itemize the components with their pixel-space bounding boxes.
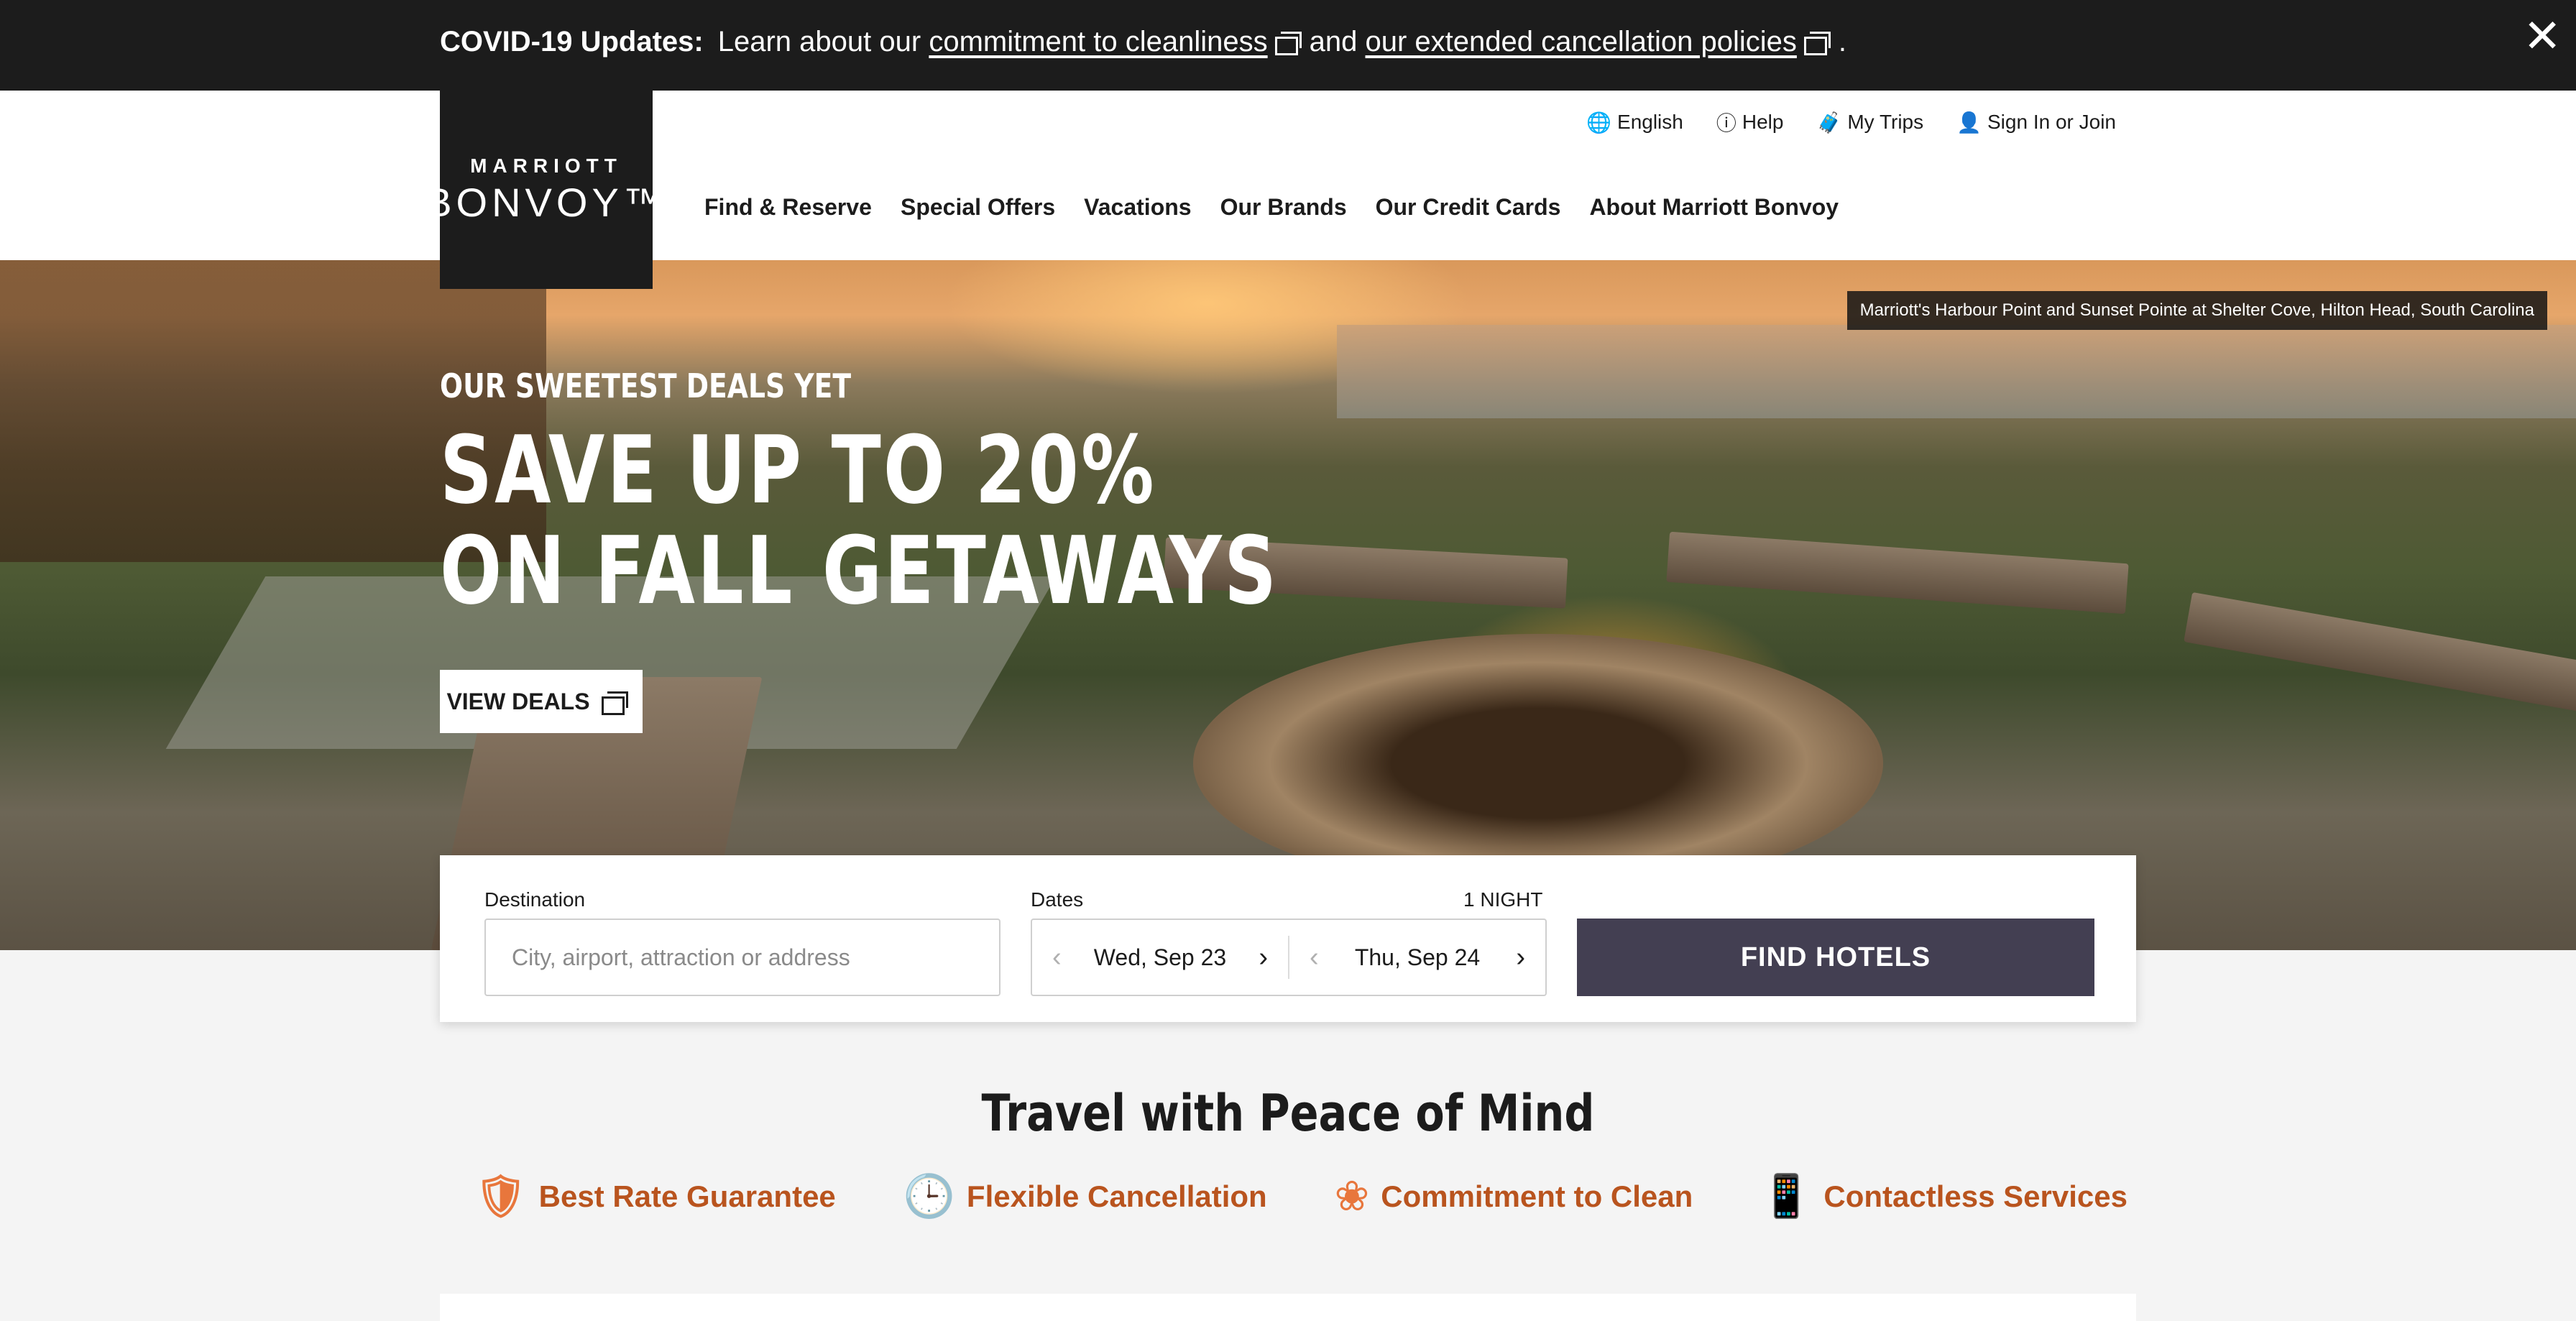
user-icon: 👤 xyxy=(1956,111,1982,134)
hero-bench xyxy=(1666,531,2129,615)
language-label: English xyxy=(1617,111,1683,133)
suitcase-icon: 🧳 xyxy=(1816,111,1842,134)
feature-flexible-cancellation[interactable]: 🕒 Flexible Cancellation xyxy=(903,1176,1267,1218)
hero-caption: Marriott's Harbour Point and Sunset Poin… xyxy=(1846,291,2547,330)
my-trips-label: My Trips xyxy=(1847,111,1924,133)
clock-icon: 🕒 xyxy=(903,1173,955,1220)
covid-banner-text-2: and xyxy=(1309,25,1358,57)
hero-title: SAVE UP TO 20% ON FALL GETAWAYS xyxy=(440,420,1279,621)
destination-input[interactable] xyxy=(484,919,1000,996)
shield-tag-icon: 🛡 xyxy=(474,1173,528,1220)
peace-of-mind-features: 🛡 Best Rate Guarantee 🕒 Flexible Cancell… xyxy=(474,1176,2128,1218)
hero-title-line-1: SAVE UP TO 20% xyxy=(440,415,1156,525)
close-banner-button[interactable]: ✕ xyxy=(2523,10,2562,62)
feature-contactless[interactable]: 📱 Contactless Services xyxy=(1760,1176,2128,1218)
hero-eyebrow: OUR SWEETEST DEALS YET xyxy=(440,367,852,405)
feature-label: Commitment to Clean xyxy=(1381,1179,1693,1213)
chevron-left-icon[interactable]: ‹ xyxy=(1052,942,1062,973)
lotus-icon: ❀ xyxy=(1334,1173,1370,1220)
utility-nav: 🌐 English ⓘ Help 🧳 My Trips 👤 Sign In or… xyxy=(1586,108,2116,137)
chevron-left-icon[interactable]: ‹ xyxy=(1310,942,1319,973)
external-link-icon xyxy=(601,691,629,715)
covid-banner: COVID-19 Updates: Learn about our commit… xyxy=(0,0,2576,91)
help-label: Help xyxy=(1742,111,1784,133)
covid-banner-text-3: . xyxy=(1838,25,1847,57)
feature-best-rate[interactable]: 🛡 Best Rate Guarantee xyxy=(474,1176,836,1218)
feature-commitment-clean[interactable]: ❀ Commitment to Clean xyxy=(1335,1176,1693,1218)
marriott-bonvoy-logo[interactable]: MARRIOTT BONVOY™ xyxy=(425,91,663,289)
nights-count: 1 NIGHT xyxy=(1463,888,1543,911)
nav-vacations[interactable]: Vacations xyxy=(1084,194,1191,221)
dates-picker[interactable]: ‹ Wed, Sep 23 › ‹ Thu, Sep 24 › xyxy=(1031,919,1547,996)
destination-label: Destination xyxy=(484,888,586,911)
feature-label: Contactless Services xyxy=(1823,1179,2128,1213)
nav-special-offers[interactable]: Special Offers xyxy=(901,194,1055,221)
feature-label: Best Rate Guarantee xyxy=(538,1179,836,1213)
my-trips-link[interactable]: 🧳 My Trips xyxy=(1816,108,1923,137)
chevron-right-icon[interactable]: › xyxy=(1259,942,1268,973)
content-card xyxy=(440,1294,2136,1321)
check-out-date[interactable]: ‹ Thu, Sep 24 › xyxy=(1288,936,1545,979)
logo-line-1: MARRIOTT xyxy=(470,154,622,177)
check-in-date[interactable]: ‹ Wed, Sep 23 › xyxy=(1032,920,1288,995)
covid-banner-title: COVID-19 Updates: xyxy=(440,25,704,57)
find-hotels-button[interactable]: FIND HOTELS xyxy=(1577,919,2094,996)
hero-bench xyxy=(2184,592,2576,712)
check-out-value: Thu, Sep 24 xyxy=(1354,944,1481,970)
external-link-icon xyxy=(1803,31,1831,55)
cleanliness-link[interactable]: commitment to cleanliness xyxy=(929,26,1267,58)
sign-in-label: Sign In or Join xyxy=(1987,111,2116,133)
view-deals-button[interactable]: VIEW DEALS xyxy=(440,670,643,733)
covid-banner-text: COVID-19 Updates: Learn about our commit… xyxy=(440,0,1846,83)
covid-banner-text-1: Learn about our xyxy=(717,25,921,57)
nav-find-reserve[interactable]: Find & Reserve xyxy=(704,194,872,221)
nav-credit-cards[interactable]: Our Credit Cards xyxy=(1376,194,1561,221)
external-link-icon xyxy=(1274,31,1302,55)
site-header xyxy=(0,91,2576,260)
search-panel: Destination Dates 1 NIGHT ‹ Wed, Sep 23 … xyxy=(440,855,2136,1022)
nav-our-brands[interactable]: Our Brands xyxy=(1220,194,1347,221)
sign-in-link[interactable]: 👤 Sign In or Join xyxy=(1956,108,2116,137)
peace-of-mind-title: Travel with Peace of Mind xyxy=(981,1084,1595,1143)
language-button[interactable]: 🌐 English xyxy=(1586,108,1683,137)
feature-label: Flexible Cancellation xyxy=(966,1179,1267,1213)
hero-title-line-2: ON FALL GETAWAYS xyxy=(440,516,1279,625)
cancellation-policies-link[interactable]: our extended cancellation policies xyxy=(1366,26,1797,58)
hero-text: OUR SWEETEST DEALS YET SAVE UP TO 20% ON… xyxy=(440,367,1515,621)
hero-water xyxy=(1337,325,2576,418)
globe-icon: 🌐 xyxy=(1586,111,1612,134)
view-deals-label: VIEW DEALS xyxy=(446,688,590,714)
logo-line-2: BONVOY™ xyxy=(425,179,668,225)
main-nav: Find & Reserve Special Offers Vacations … xyxy=(704,194,1839,221)
help-icon: ⓘ xyxy=(1716,112,1736,134)
help-link[interactable]: ⓘ Help xyxy=(1716,108,1784,137)
chevron-right-icon[interactable]: › xyxy=(1516,942,1525,973)
dates-label: Dates xyxy=(1031,888,1084,911)
hero-fire-pit xyxy=(1193,634,1883,893)
phone-icon: 📱 xyxy=(1760,1173,1813,1220)
nav-about-bonvoy[interactable]: About Marriott Bonvoy xyxy=(1589,194,1839,221)
check-in-value: Wed, Sep 23 xyxy=(1093,944,1227,970)
